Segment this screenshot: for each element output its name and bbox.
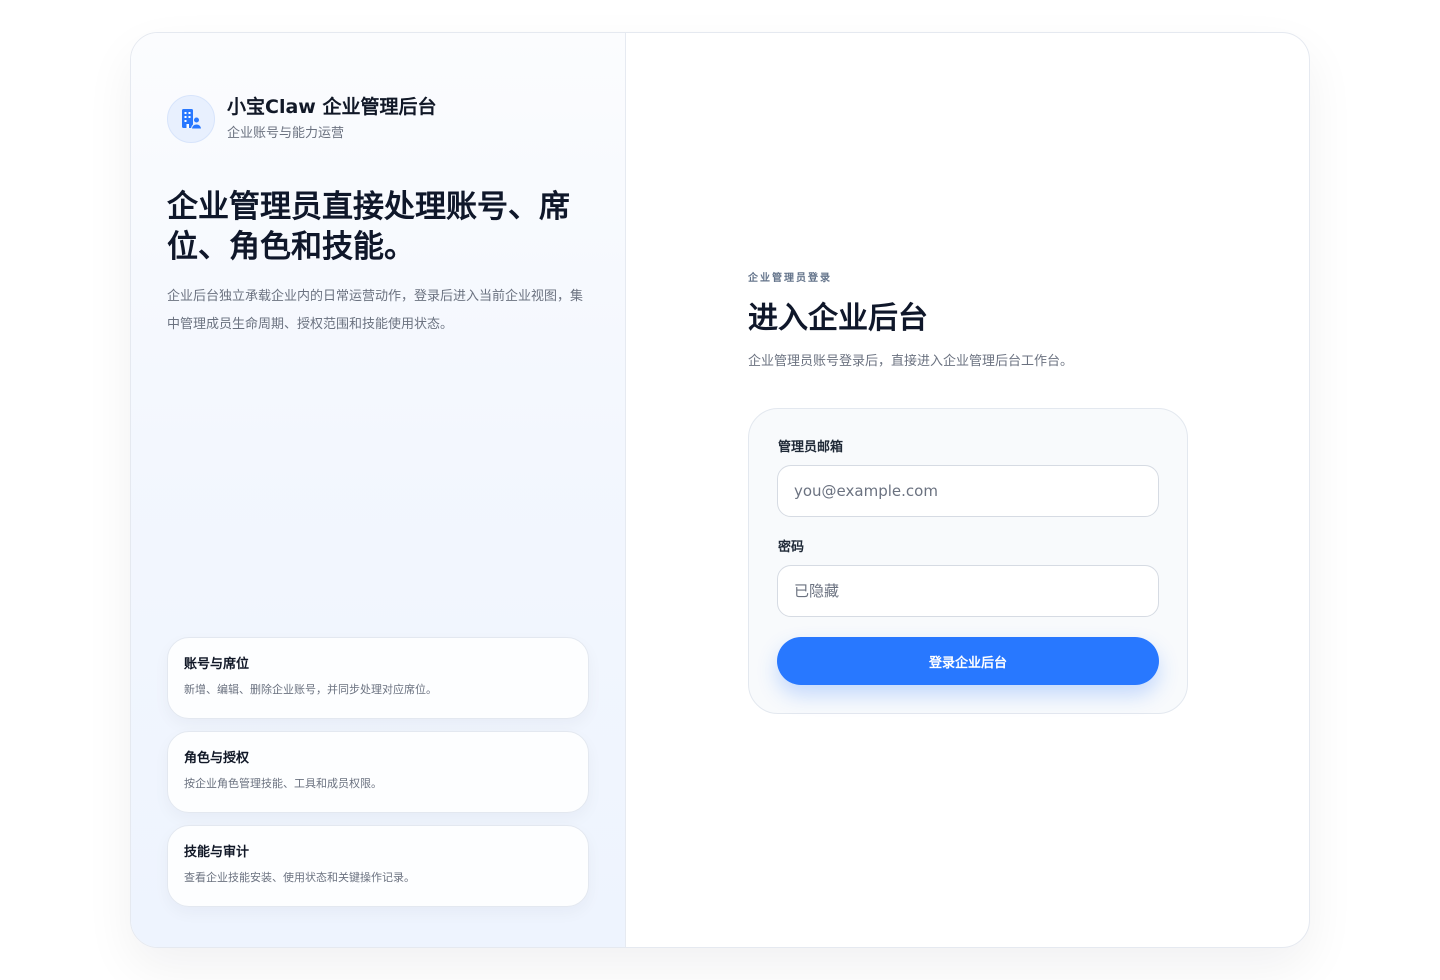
brand-title: 小宝Claw 企业管理后台 bbox=[227, 96, 437, 118]
hero-title: 企业管理员直接处理账号、席位、角色和技能。 bbox=[167, 189, 570, 265]
login-shell: 小宝Claw 企业管理后台 企业账号与能力运营 企业管理员直接处理账号、席位、角… bbox=[130, 32, 1310, 948]
login-button[interactable]: 登录企业后台 bbox=[777, 637, 1159, 685]
feature-title: 技能与审计 bbox=[184, 845, 250, 860]
intro-panel: 小宝Claw 企业管理后台 企业账号与能力运营 企业管理员直接处理账号、席位、角… bbox=[131, 33, 626, 947]
building-user-icon bbox=[167, 95, 215, 143]
password-label: 密码 bbox=[778, 540, 805, 555]
feature-list: 账号与席位 新增、编辑、删除企业账号，并同步处理对应席位。 角色与授权 按企业角… bbox=[167, 637, 589, 919]
login-description: 企业管理员账号登录后，直接进入企业管理后台工作台。 bbox=[748, 354, 1074, 369]
feature-card-skills: 技能与审计 查看企业技能安装、使用状态和关键操作记录。 bbox=[167, 825, 589, 907]
email-field[interactable] bbox=[777, 465, 1159, 517]
password-field[interactable] bbox=[777, 565, 1159, 617]
brand-header: 小宝Claw 企业管理后台 企业账号与能力运营 bbox=[167, 95, 436, 143]
feature-card-accounts: 账号与席位 新增、编辑、删除企业账号，并同步处理对应席位。 bbox=[167, 637, 589, 719]
login-form: 管理员邮箱 密码 登录企业后台 bbox=[748, 408, 1188, 714]
email-label: 管理员邮箱 bbox=[778, 440, 844, 455]
brand-subtitle: 企业账号与能力运营 bbox=[227, 126, 345, 141]
feature-description: 按企业角色管理技能、工具和成员权限。 bbox=[184, 777, 382, 790]
feature-title: 角色与授权 bbox=[184, 751, 250, 766]
login-eyebrow: 企业管理员登录 bbox=[748, 273, 832, 284]
feature-description: 查看企业技能安装、使用状态和关键操作记录。 bbox=[184, 871, 415, 884]
feature-title: 账号与席位 bbox=[184, 657, 250, 672]
login-panel: 企业管理员登录 进入企业后台 企业管理员账号登录后，直接进入企业管理后台工作台。… bbox=[627, 33, 1309, 947]
login-title: 进入企业后台 bbox=[748, 301, 928, 336]
feature-card-roles: 角色与授权 按企业角色管理技能、工具和成员权限。 bbox=[167, 731, 589, 813]
feature-description: 新增、编辑、删除企业账号，并同步处理对应席位。 bbox=[184, 683, 437, 696]
hero-description: 企业后台独立承载企业内的日常运营动作，登录后进入当前企业视图，集中管理成员生命周… bbox=[167, 289, 584, 332]
